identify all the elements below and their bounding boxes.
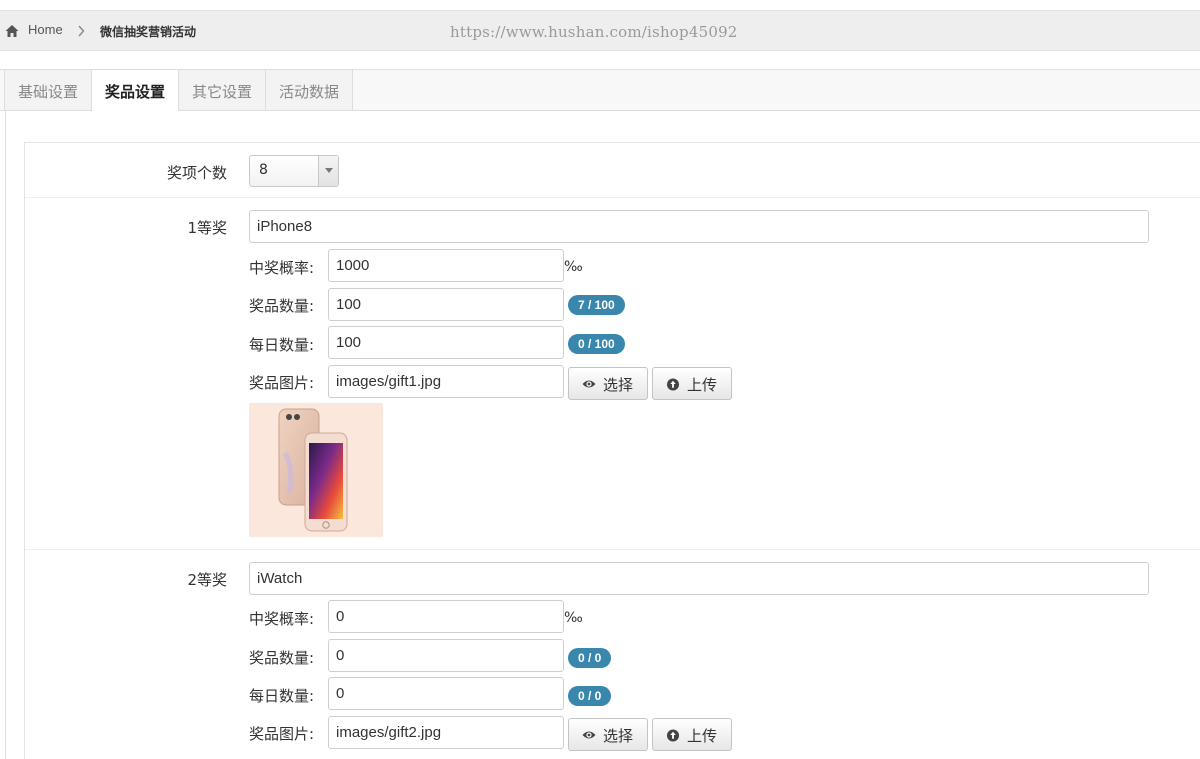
prize-2-daily-input[interactable] xyxy=(328,677,564,710)
eye-icon xyxy=(582,380,596,388)
prize-count-label: 奖项个数 xyxy=(166,164,227,182)
eye-icon xyxy=(582,731,596,739)
tab-bar: 基础设置 奖品设置 其它设置 活动数据 xyxy=(0,69,1200,112)
prize-2-daily-label: 每日数量: xyxy=(249,687,315,705)
tab-prize-settings[interactable]: 奖品设置 xyxy=(91,69,179,112)
breadcrumb-current: 微信抽奖营销活动 xyxy=(100,25,197,39)
prize-2-upload-button[interactable]: 上传 xyxy=(652,718,732,751)
breadcrumb-home-link[interactable]: Home xyxy=(28,22,63,37)
prize-2-quantity-label: 奖品数量: xyxy=(249,649,315,667)
prize-2-probability-label: 中奖概率: xyxy=(249,610,315,628)
prize-2-quantity-input[interactable] xyxy=(328,639,564,672)
prize-1-daily-input[interactable] xyxy=(328,326,564,359)
prize-1-upload-button[interactable]: 上传 xyxy=(652,367,732,400)
tab-content: 奖项个数 8 1等奖 中奖概率: ‰ 奖品数量: 7 / 100 每日数量: 0… xyxy=(5,111,1200,759)
prize-1-quantity-label: 奖品数量: xyxy=(249,297,315,315)
upload-icon xyxy=(666,378,680,391)
dropdown-arrow-icon xyxy=(318,156,338,186)
prize-2-choose-button[interactable]: 选择 xyxy=(568,718,648,751)
prize-1-daily-badge: 0 / 100 xyxy=(568,334,625,354)
prize-1-title: 1等奖 xyxy=(187,219,227,237)
prize-1-image-label: 奖品图片: xyxy=(249,374,315,392)
prize-2-daily-badge: 0 / 0 xyxy=(568,686,612,706)
breadcrumb: Home 微信抽奖营销活动 https://www.hushan.com/ish… xyxy=(0,10,1200,51)
prize-1-image-input[interactable] xyxy=(328,365,564,398)
permille-unit: ‰ xyxy=(564,259,583,275)
prize-2-image-input[interactable] xyxy=(328,716,564,749)
prize-1-probability-input[interactable] xyxy=(328,249,564,282)
chevron-right-icon xyxy=(78,25,85,37)
prize-2-quantity-badge: 0 / 0 xyxy=(568,648,612,668)
watermark-text: https://www.hushan.com/ishop45092 xyxy=(450,23,738,41)
phone-image-icon xyxy=(278,408,348,532)
tab-basic-settings[interactable]: 基础设置 xyxy=(4,69,92,111)
prize-2-title: 2等奖 xyxy=(187,571,227,589)
prize-1-quantity-input[interactable] xyxy=(328,288,564,321)
prize-2-probability-input[interactable] xyxy=(328,600,564,633)
permille-unit: ‰ xyxy=(564,610,583,626)
prize-2-name-input[interactable] xyxy=(249,562,1149,595)
prize-1-choose-button[interactable]: 选择 xyxy=(568,367,648,400)
tab-activity-data[interactable]: 活动数据 xyxy=(265,69,353,111)
prize-1-image-preview xyxy=(249,403,383,537)
prize-1-name-input[interactable] xyxy=(249,210,1149,243)
prize-settings-panel: 奖项个数 8 1等奖 中奖概率: ‰ 奖品数量: 7 / 100 每日数量: 0… xyxy=(24,142,1200,759)
prize-2-image-label: 奖品图片: xyxy=(249,725,315,743)
home-icon[interactable] xyxy=(5,24,19,38)
prize-1-quantity-badge: 7 / 100 xyxy=(568,295,625,315)
upload-icon xyxy=(666,729,680,742)
prize-1-probability-label: 中奖概率: xyxy=(249,259,315,277)
tab-other-settings[interactable]: 其它设置 xyxy=(178,69,266,111)
prize-count-value: 8 xyxy=(259,162,268,178)
prize-1-daily-label: 每日数量: xyxy=(249,336,315,354)
prize-count-select[interactable]: 8 xyxy=(249,155,339,187)
